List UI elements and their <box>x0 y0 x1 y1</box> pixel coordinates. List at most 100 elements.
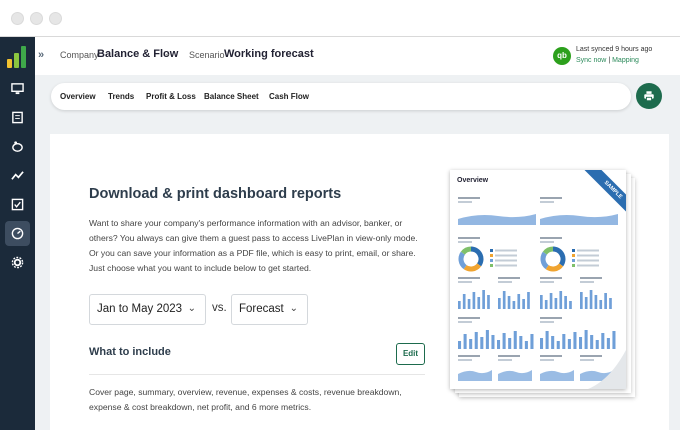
mapping-link[interactable]: Mapping <box>612 57 639 64</box>
thumb-bar <box>579 337 583 349</box>
thumb-value <box>498 359 512 361</box>
thumb-area-chart <box>498 370 532 381</box>
thumb-bar <box>545 331 549 349</box>
include-heading: What to include <box>89 346 171 358</box>
thumb-label <box>540 277 562 279</box>
date-range-select[interactable]: Jan to May 2023 ⌄ <box>89 294 206 325</box>
thumb-label <box>540 237 562 239</box>
thumb-bar <box>590 335 594 349</box>
liveplan-logo[interactable] <box>7 46 28 68</box>
print-button[interactable] <box>636 83 662 109</box>
thumb-legend-swatch <box>490 254 493 257</box>
minimize-dot[interactable] <box>30 12 43 25</box>
edit-button[interactable]: Edit <box>396 343 425 365</box>
tab-overview[interactable]: Overview <box>60 92 96 101</box>
thumb-bar <box>502 291 506 309</box>
thumb-bar <box>527 292 530 309</box>
report-card: Download & print dashboard reports Want … <box>50 134 669 430</box>
page-title: Download & print dashboard reports <box>89 186 342 202</box>
dashboard-tabs: Overview Trends Profit & Loss Balance Sh… <box>51 83 631 110</box>
gear-icon[interactable] <box>5 250 30 275</box>
thumb-donut-slice <box>458 251 467 270</box>
dashboard-gauge-icon[interactable] <box>5 221 30 246</box>
compare-select[interactable]: Forecast ⌄ <box>231 294 308 325</box>
thumb-value <box>580 359 594 361</box>
sync-now-link[interactable]: Sync now <box>576 57 606 64</box>
thumb-donut-slice <box>540 251 549 270</box>
monitor-icon[interactable] <box>5 76 30 101</box>
thumb-bar <box>544 300 548 309</box>
chevron-down-icon: ⌄ <box>289 303 298 314</box>
thumb-value <box>540 241 554 243</box>
thumb-bar <box>564 296 567 309</box>
window-titlebar <box>0 0 680 37</box>
scenario-chevron-down-icon[interactable]: ⌄ <box>297 49 304 58</box>
thumb-bar <box>507 296 511 309</box>
tab-cash-flow[interactable]: Cash Flow <box>269 92 309 101</box>
thumb-bar <box>497 340 501 349</box>
thumb-value <box>540 321 554 323</box>
thumb-bar <box>467 299 471 309</box>
thumb-value <box>458 201 472 203</box>
thumb-legend-text <box>577 259 599 262</box>
thumb-bar <box>524 341 528 349</box>
thumb-legend-text <box>495 249 517 252</box>
thumb-bar <box>485 330 489 349</box>
thumb-bar <box>595 340 599 349</box>
tab-balance-sheet[interactable]: Balance Sheet <box>204 92 259 101</box>
thumb-label <box>458 355 480 357</box>
thumb-donut-slice <box>552 246 566 267</box>
thumb-label <box>458 317 480 319</box>
thumb-donut-slice <box>460 246 472 255</box>
thumb-value <box>458 321 472 323</box>
thumb-bar <box>584 330 588 349</box>
thumb-bar <box>569 301 572 309</box>
thumb-bar <box>477 297 481 309</box>
thumb-label <box>458 237 480 239</box>
thumb-bar <box>502 333 506 349</box>
checklist-icon[interactable] <box>5 192 30 217</box>
thumb-legend-swatch <box>490 264 493 267</box>
expand-sidebar-icon[interactable]: » <box>38 49 44 61</box>
company-label: Company <box>60 50 99 60</box>
thumb-bar <box>530 334 534 349</box>
quickbooks-icon: qb <box>553 47 571 65</box>
divider <box>89 374 425 375</box>
tab-profit-loss[interactable]: Profit & Loss <box>146 92 196 101</box>
thumb-bar <box>580 292 583 309</box>
thumb-bar <box>549 293 553 309</box>
thumb-legend-swatch <box>490 259 493 262</box>
thumb-value <box>498 281 512 283</box>
thumb-bar <box>512 301 516 309</box>
thumb-bar <box>458 341 462 349</box>
maximize-dot[interactable] <box>49 12 62 25</box>
trend-line-icon[interactable] <box>5 163 30 188</box>
thumb-bar <box>522 299 525 309</box>
thumb-area-chart <box>540 370 574 381</box>
thumb-donut-slice <box>463 263 482 272</box>
piggy-bank-icon[interactable] <box>5 134 30 159</box>
thumb-bar <box>594 295 598 309</box>
thumb-label <box>540 355 562 357</box>
thumb-legend-text <box>577 249 599 252</box>
thumb-bar <box>573 332 577 349</box>
thumb-bar <box>491 335 495 349</box>
thumb-bar <box>567 339 571 349</box>
thumb-value <box>458 241 472 243</box>
thumb-legend-text <box>577 264 599 267</box>
close-dot[interactable] <box>11 12 24 25</box>
book-icon[interactable] <box>5 105 30 130</box>
sync-status: Last synced 9 hours ago <box>576 46 653 53</box>
thumb-bar <box>556 341 560 349</box>
thumb-label <box>458 277 480 279</box>
tab-trends[interactable]: Trends <box>108 92 134 101</box>
thumb-donut-slice <box>470 246 484 267</box>
thumb-value <box>540 201 554 203</box>
thumb-label <box>580 355 602 357</box>
link-separator: | <box>608 57 611 64</box>
printer-icon <box>644 91 654 102</box>
company-chevron-down-icon[interactable]: ⌄ <box>164 49 171 58</box>
report-preview: Overview SAMPLE <box>450 170 626 389</box>
thumb-legend-text <box>495 259 517 262</box>
compare-value: Forecast <box>239 303 284 315</box>
